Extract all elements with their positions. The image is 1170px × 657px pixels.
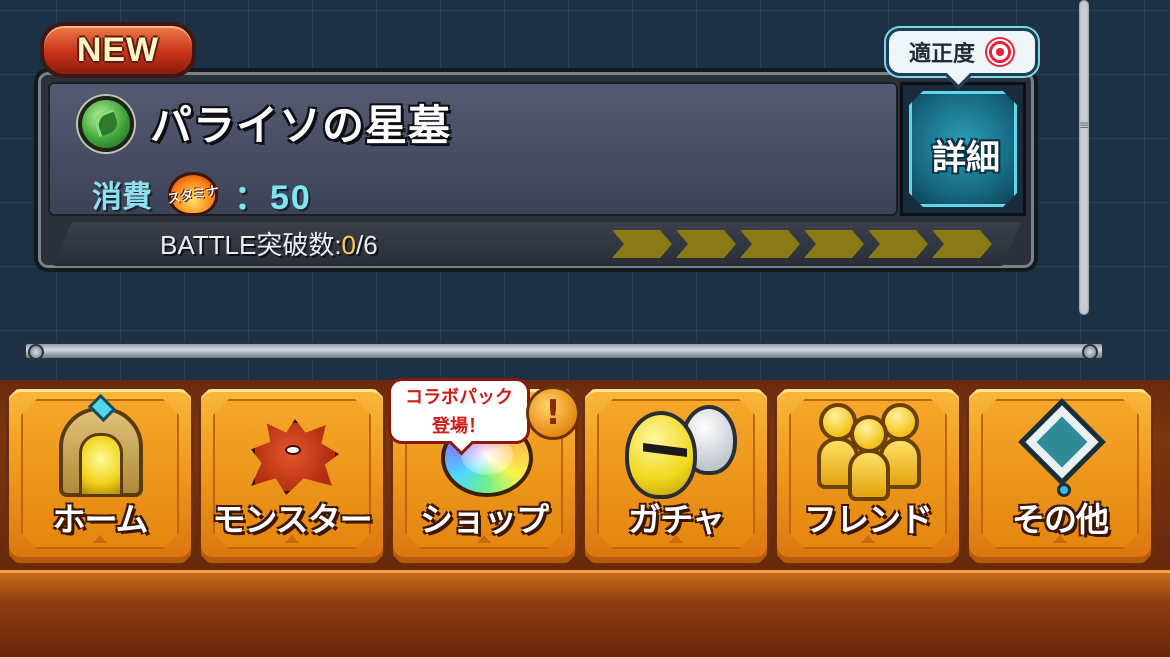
alert-icon[interactable]: ! xyxy=(526,386,580,440)
caret-up-icon xyxy=(669,535,683,543)
list-bottom-ledge xyxy=(24,330,1104,370)
aptitude-badge[interactable]: 適正度 xyxy=(886,28,1038,76)
nav-label-home: ホーム xyxy=(52,500,148,539)
nav-other-button[interactable]: その他 xyxy=(966,386,1154,566)
collab-pack-bubble[interactable]: コラボパック 登場！ xyxy=(388,378,530,444)
nav-shelf xyxy=(0,570,1170,657)
nav-label-other: その他 xyxy=(1012,500,1108,539)
quest-card-main[interactable]: パライソの星墓 消費 スタミナ ：50 xyxy=(48,82,898,217)
stamina-cost-row: 消費 スタミナ ：50 xyxy=(92,172,312,217)
caret-up-icon xyxy=(93,535,107,543)
friends-icon xyxy=(811,401,931,499)
battle-step-chevron xyxy=(612,230,672,258)
caret-up-icon xyxy=(861,535,875,543)
bolt-icon xyxy=(1082,344,1098,360)
battle-step-chevron xyxy=(740,230,800,258)
nav-label-friend: フレンド xyxy=(804,500,932,539)
stamina-icon: スタミナ xyxy=(164,172,222,216)
monster-icon xyxy=(245,401,345,497)
battle-total: /6 xyxy=(356,230,378,260)
aptitude-label: 適正度 xyxy=(908,42,975,67)
nav-label-shop: ショップ xyxy=(420,500,548,539)
battle-progress-chevrons xyxy=(612,230,992,258)
nav-home-button[interactable]: ホーム xyxy=(6,386,194,566)
collab-bubble-line2: 登場！ xyxy=(432,416,486,437)
scroll-grip-icon[interactable]: ≡ xyxy=(1078,119,1090,150)
ledge-bar xyxy=(24,342,1104,360)
nav-monster-button[interactable]: モンスター xyxy=(198,386,386,566)
battle-step-chevron xyxy=(868,230,928,258)
battle-step-chevron xyxy=(676,230,736,258)
battle-progress-row: BATTLE突破数:0/6 xyxy=(52,222,1022,266)
target-icon xyxy=(985,37,1015,67)
nav-gacha-button[interactable]: ガチャ xyxy=(582,386,770,566)
battle-current: 0 xyxy=(341,230,357,260)
bottom-nav: ホーム モンスター ショップ ガチャ フレンド その他 xyxy=(0,380,1170,657)
wood-element-icon xyxy=(78,96,134,152)
cost-value: ：50 xyxy=(234,178,312,217)
collab-bubble-line1: コラボパック xyxy=(405,387,513,408)
battle-step-chevron xyxy=(804,230,864,258)
quest-card[interactable]: パライソの星墓 消費 スタミナ ：50 詳細 BATTLE突破数:0/6 xyxy=(34,68,1038,272)
scrollbar[interactable]: ≡ xyxy=(1074,0,1094,315)
battle-label: BATTLE突破数: xyxy=(160,230,342,260)
caret-up-icon xyxy=(477,535,491,543)
home-gate-icon xyxy=(53,397,149,497)
caret-up-icon xyxy=(1053,535,1067,543)
scroll-track[interactable] xyxy=(1079,0,1089,315)
bolt-icon xyxy=(28,344,44,360)
detail-button-label: 詳細 xyxy=(932,138,1000,178)
detail-button-face[interactable]: 詳細 xyxy=(909,91,1017,207)
nav-friend-button[interactable]: フレンド xyxy=(774,386,962,566)
quest-title: パライソの星墓 xyxy=(150,101,452,150)
egg-icon xyxy=(615,405,745,501)
nav-items: ホーム モンスター ショップ ガチャ フレンド その他 xyxy=(6,386,1166,574)
battle-progress-text: BATTLE突破数:0/6 xyxy=(160,228,378,262)
other-icon xyxy=(1009,405,1119,499)
nav-label-gacha: ガチャ xyxy=(628,500,724,539)
battle-step-chevron xyxy=(932,230,992,258)
cost-label: 消費 xyxy=(92,180,152,215)
nav-label-monster: モンスター xyxy=(212,500,372,539)
detail-button[interactable]: 詳細 xyxy=(900,82,1026,216)
caret-up-icon xyxy=(285,535,299,543)
new-badge: NEW xyxy=(40,22,196,78)
